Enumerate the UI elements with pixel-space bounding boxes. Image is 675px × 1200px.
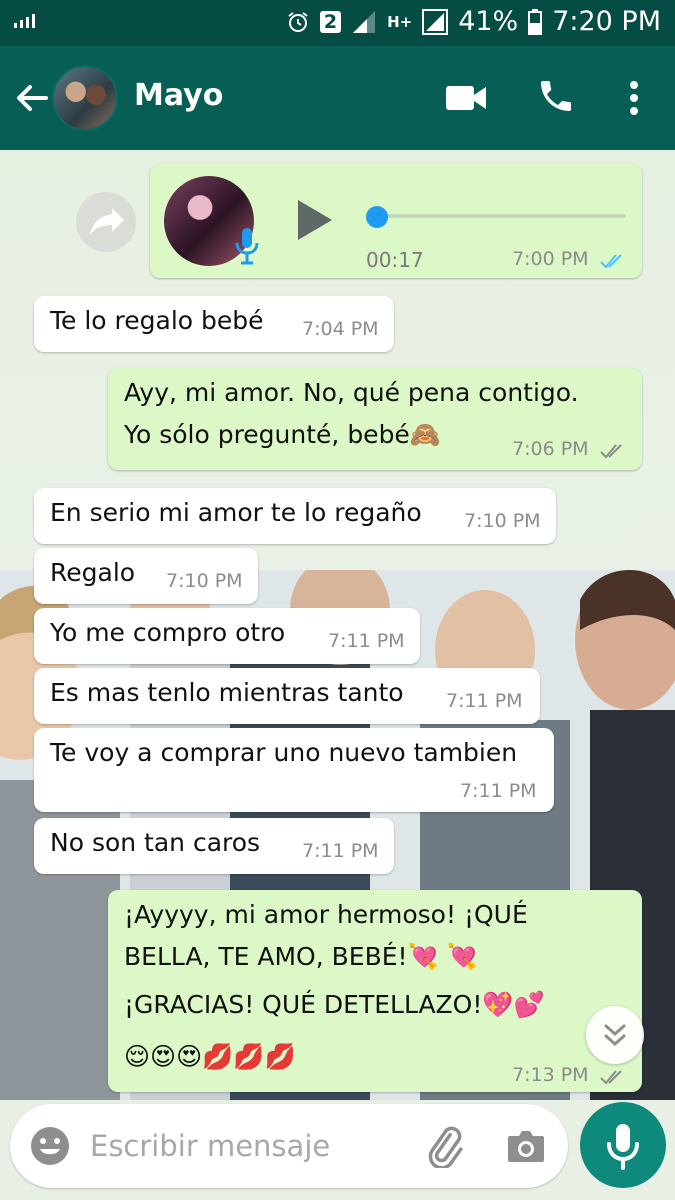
message-time: 7:11 PM xyxy=(328,630,405,652)
more-vert-icon[interactable] xyxy=(620,76,648,120)
message-text: Te voy a comprar uno nuevo tambien xyxy=(50,738,518,767)
video-call-icon[interactable] xyxy=(444,80,488,116)
scroll-to-bottom-button[interactable] xyxy=(586,1006,644,1064)
message-text: 😌😍😍💋💋💋 xyxy=(124,1042,296,1071)
forward-icon xyxy=(90,208,124,235)
incoming-message[interactable]: Regalo 7:10 PM xyxy=(34,548,258,604)
contact-name[interactable]: Mayo xyxy=(134,78,223,113)
audio-seek-track[interactable] xyxy=(366,214,626,218)
message-text: Te lo regalo bebé xyxy=(50,306,264,335)
camera-icon[interactable] xyxy=(504,1124,548,1168)
message-time: 7:10 PM xyxy=(464,510,541,532)
incoming-message[interactable]: No son tan caros 7:11 PM xyxy=(34,818,394,874)
status-bar: 2 H+ 41% 7:20 PM xyxy=(0,0,675,46)
chat-header: Mayo xyxy=(0,46,675,150)
chat-area[interactable]: 00:17 7:00 PM Te lo regalo bebé 7:04 PM … xyxy=(0,150,675,1100)
outgoing-message[interactable]: Ayy, mi amor. No, qué pena contigo. Yo s… xyxy=(108,368,642,470)
microphone-icon xyxy=(607,1124,639,1170)
double-check-icon xyxy=(600,254,622,269)
message-text: Es mas tenlo mientras tanto xyxy=(50,678,404,707)
clock: 7:20 PM xyxy=(552,6,661,37)
battery-percent: 41% xyxy=(458,6,519,37)
message-time: 7:04 PM xyxy=(302,318,379,340)
message-composer xyxy=(10,1104,568,1188)
incoming-message[interactable]: En serio mi amor te lo regaño 7:10 PM xyxy=(34,488,556,544)
back-arrow-icon[interactable] xyxy=(10,76,54,120)
battery-icon xyxy=(528,8,543,35)
message-time: 7:13 PM xyxy=(512,1064,589,1086)
message-text: En serio mi amor te lo regaño xyxy=(50,498,422,527)
incoming-message[interactable]: Yo me compro otro 7:11 PM xyxy=(34,608,420,664)
message-text: BELLA, TE AMO, BEBÉ!💘 💘 xyxy=(124,942,478,971)
message-text: ¡GRACIAS! QUÉ DETELLAZO!💖💕 xyxy=(124,990,545,1019)
network-type: H+ xyxy=(387,12,413,31)
alarm-icon xyxy=(288,11,308,32)
message-text: Regalo xyxy=(50,558,136,587)
message-time: 7:10 PM xyxy=(166,570,243,592)
voice-message[interactable]: 00:17 7:00 PM xyxy=(150,164,642,278)
message-time: 7:11 PM xyxy=(460,780,537,802)
signal-icon-2 xyxy=(422,8,449,35)
message-text: Ayy, mi amor. No, qué pena contigo. xyxy=(124,378,579,407)
microphone-icon xyxy=(235,228,259,265)
double-check-icon xyxy=(600,444,622,459)
paperclip-icon[interactable] xyxy=(422,1124,466,1168)
forward-button[interactable] xyxy=(76,192,136,252)
message-text: No son tan caros xyxy=(50,828,261,857)
incoming-message[interactable]: Te lo regalo bebé 7:04 PM xyxy=(34,296,394,352)
emoji-icon[interactable] xyxy=(28,1124,72,1168)
outgoing-message[interactable]: ¡Ayyyy, mi amor hermoso! ¡QUÉ BELLA, TE … xyxy=(108,890,642,1092)
message-time: 7:11 PM xyxy=(302,840,379,862)
message-time: 7:11 PM xyxy=(446,690,523,712)
play-icon[interactable] xyxy=(294,198,334,242)
message-text: Yo me compro otro xyxy=(50,618,286,647)
voice-duration: 00:17 xyxy=(366,248,424,272)
message-time: 7:00 PM xyxy=(512,248,589,270)
double-check-icon xyxy=(600,1070,622,1085)
signal-icon xyxy=(353,10,376,33)
incoming-message[interactable]: Es mas tenlo mientras tanto 7:11 PM xyxy=(34,668,540,724)
incoming-message[interactable]: Te voy a comprar uno nuevo tambien 7:11 … xyxy=(34,728,554,812)
phone-icon[interactable] xyxy=(536,76,576,116)
chevron-down-icon xyxy=(604,1024,626,1047)
signal-strength-icon xyxy=(14,14,36,28)
contact-avatar[interactable] xyxy=(52,65,118,131)
message-input[interactable] xyxy=(90,1120,410,1172)
voice-record-button[interactable] xyxy=(580,1102,666,1188)
audio-seek-handle[interactable] xyxy=(366,206,388,228)
message-text: ¡Ayyyy, mi amor hermoso! ¡QUÉ xyxy=(124,900,528,929)
sim-badge: 2 xyxy=(319,10,342,33)
message-time: 7:06 PM xyxy=(512,438,589,460)
message-text: Yo sólo pregunté, bebé🙈 xyxy=(124,420,441,449)
